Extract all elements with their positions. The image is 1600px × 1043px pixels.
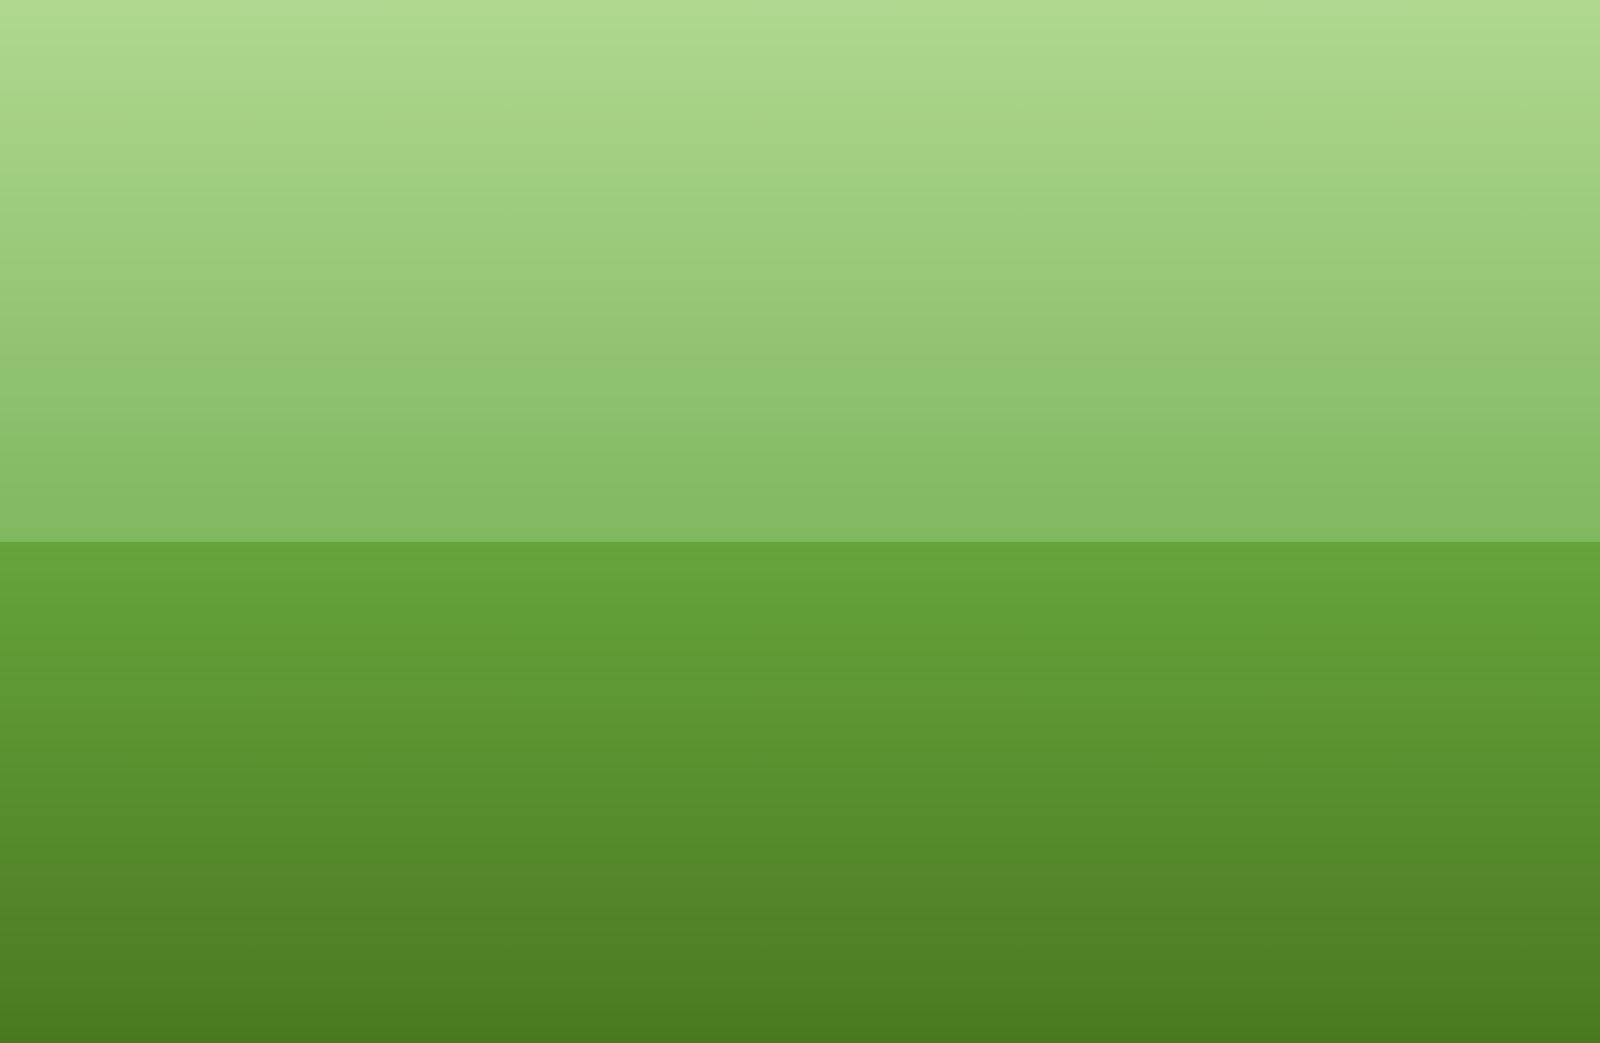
product-images <box>370 442 770 760</box>
website-content: BA BOSS ALUMINIUM Products ▾ Shop Capabi… <box>330 304 1270 824</box>
product-section: Starlink Mini Mount $380.00 A durable, v… <box>330 422 1270 800</box>
browser-window: ‹ › ↻ BA Starlink Mini Mount - Boss A...… <box>330 220 1270 824</box>
product-image-4[interactable] <box>574 605 764 760</box>
